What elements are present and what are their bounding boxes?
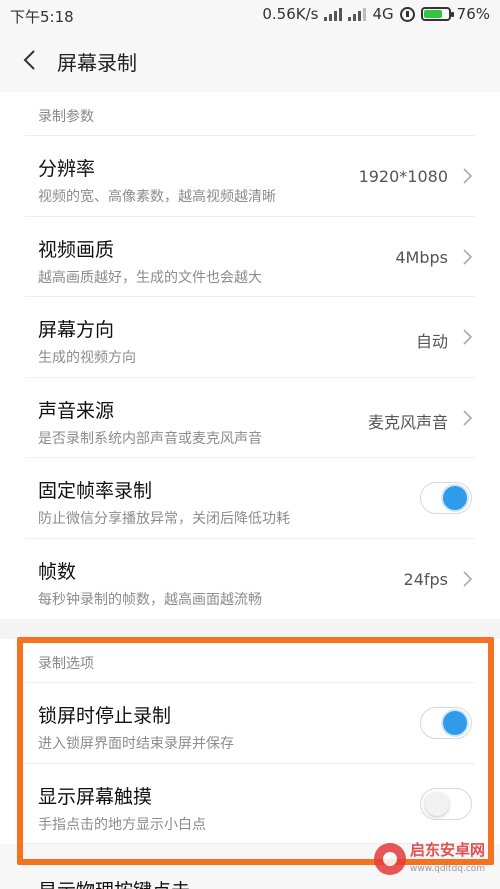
title-bar: 屏幕录制 (0, 30, 500, 92)
setting-frame-rate[interactable]: 帧数 每秒钟录制的帧数，越高画面越流畅 24fps (0, 538, 500, 619)
setting-title: 分辨率 (38, 158, 96, 180)
setting-show-touches[interactable]: 显示屏幕触摸 手指点击的地方显示小白点 (0, 763, 500, 844)
setting-value: 麦克风声音 (367, 412, 448, 432)
section-label: 录制参数 (0, 92, 500, 136)
setting-subtitle: 是否录制系统内部声音或麦克风声音 (38, 430, 262, 447)
setting-title: 固定帧率录制 (38, 480, 153, 502)
setting-subtitle: 越高画质越好，生成的文件也会越大 (38, 269, 262, 286)
setting-title: 帧数 (38, 560, 77, 583)
section-label: 录制选项 (0, 639, 500, 683)
setting-screen-orientation[interactable]: 屏幕方向 生成的视频方向 自动 (0, 297, 500, 378)
status-right: 0.56K/s 4G 76% (262, 5, 490, 23)
network-type: 4G (372, 5, 394, 23)
watermark-logo-icon (374, 843, 406, 875)
watermark-url: www.qdltdq.com (410, 863, 486, 874)
setting-value: 1920*1080 (358, 167, 448, 186)
status-bar: 下午5:18 0.56K/s 4G 76% (0, 0, 500, 30)
show-touches-toggle[interactable] (420, 787, 472, 820)
setting-show-key-presses[interactable]: 显示物理按键点击 (38, 876, 190, 889)
back-arrow-icon[interactable] (14, 44, 46, 76)
settings-list: 录制参数 分辨率 视频的宽、高像素数，越高视频越清晰 1920*1080 视频画… (0, 92, 500, 844)
signal-2-icon (348, 7, 367, 21)
setting-subtitle: 视频的宽、高像素数，越高视频越清晰 (38, 189, 276, 205)
setting-subtitle: 每秒钟录制的帧数，越高画面越流畅 (38, 591, 262, 608)
location-icon (399, 6, 415, 22)
setting-stop-on-lock[interactable]: 锁屏时停止录制 进入锁屏界面时结束录屏并保存 (0, 683, 500, 764)
setting-resolution[interactable]: 分辨率 视频的宽、高像素数，越高视频越清晰 1920*1080 (0, 136, 500, 217)
setting-subtitle: 手指点击的地方显示小白点 (38, 816, 206, 833)
setting-title: 声音来源 (38, 399, 115, 422)
setting-subtitle: 防止微信分享播放异常，关闭后降低功耗 (38, 511, 290, 527)
chevron-right-icon (463, 329, 473, 345)
stop-on-lock-toggle[interactable] (420, 707, 472, 739)
chevron-right-icon (463, 570, 473, 587)
setting-video-quality[interactable]: 视频画质 越高画质越好，生成的文件也会越大 4Mbps (0, 216, 500, 297)
chevron-right-icon (463, 409, 473, 426)
section-divider (0, 619, 500, 639)
network-speed: 0.56K/s (262, 5, 319, 23)
setting-title: 锁屏时停止录制 (38, 705, 172, 727)
battery-icon (420, 7, 454, 21)
setting-title: 视频画质 (38, 238, 115, 261)
watermark-name: 启东安卓网 (410, 840, 486, 859)
section-record-params: 录制参数 分辨率 视频的宽、高像素数，越高视频越清晰 1920*1080 视频画… (0, 92, 500, 619)
setting-value: 24fps (403, 569, 448, 589)
setting-title: 显示屏幕触摸 (38, 785, 153, 808)
signal-icon (324, 7, 343, 21)
page-title: 屏幕录制 (57, 51, 137, 75)
chevron-right-icon (463, 168, 473, 184)
section-record-options: 录制选项 锁屏时停止录制 进入锁屏界面时结束录屏并保存 显示屏幕触摸 手指点击的… (0, 639, 500, 844)
setting-subtitle: 进入锁屏界面时结束录屏并保存 (38, 736, 234, 752)
fixed-framerate-toggle[interactable] (420, 482, 472, 514)
setting-title: 屏幕方向 (38, 319, 115, 341)
setting-value: 自动 (415, 332, 448, 351)
setting-subtitle: 生成的视频方向 (38, 350, 136, 366)
watermark: 启东安卓网 www.qdltdq.com (374, 833, 494, 885)
setting-fixed-framerate[interactable]: 固定帧率录制 防止微信分享播放异常，关闭后降低功耗 (0, 458, 500, 539)
chevron-right-icon (463, 248, 473, 265)
battery-percent: 76% (456, 5, 490, 23)
setting-value: 4Mbps (395, 247, 448, 267)
setting-sound-source[interactable]: 声音来源 是否录制系统内部声音或麦克风声音 麦克风声音 (0, 377, 500, 458)
status-time: 下午5:18 (10, 8, 74, 26)
